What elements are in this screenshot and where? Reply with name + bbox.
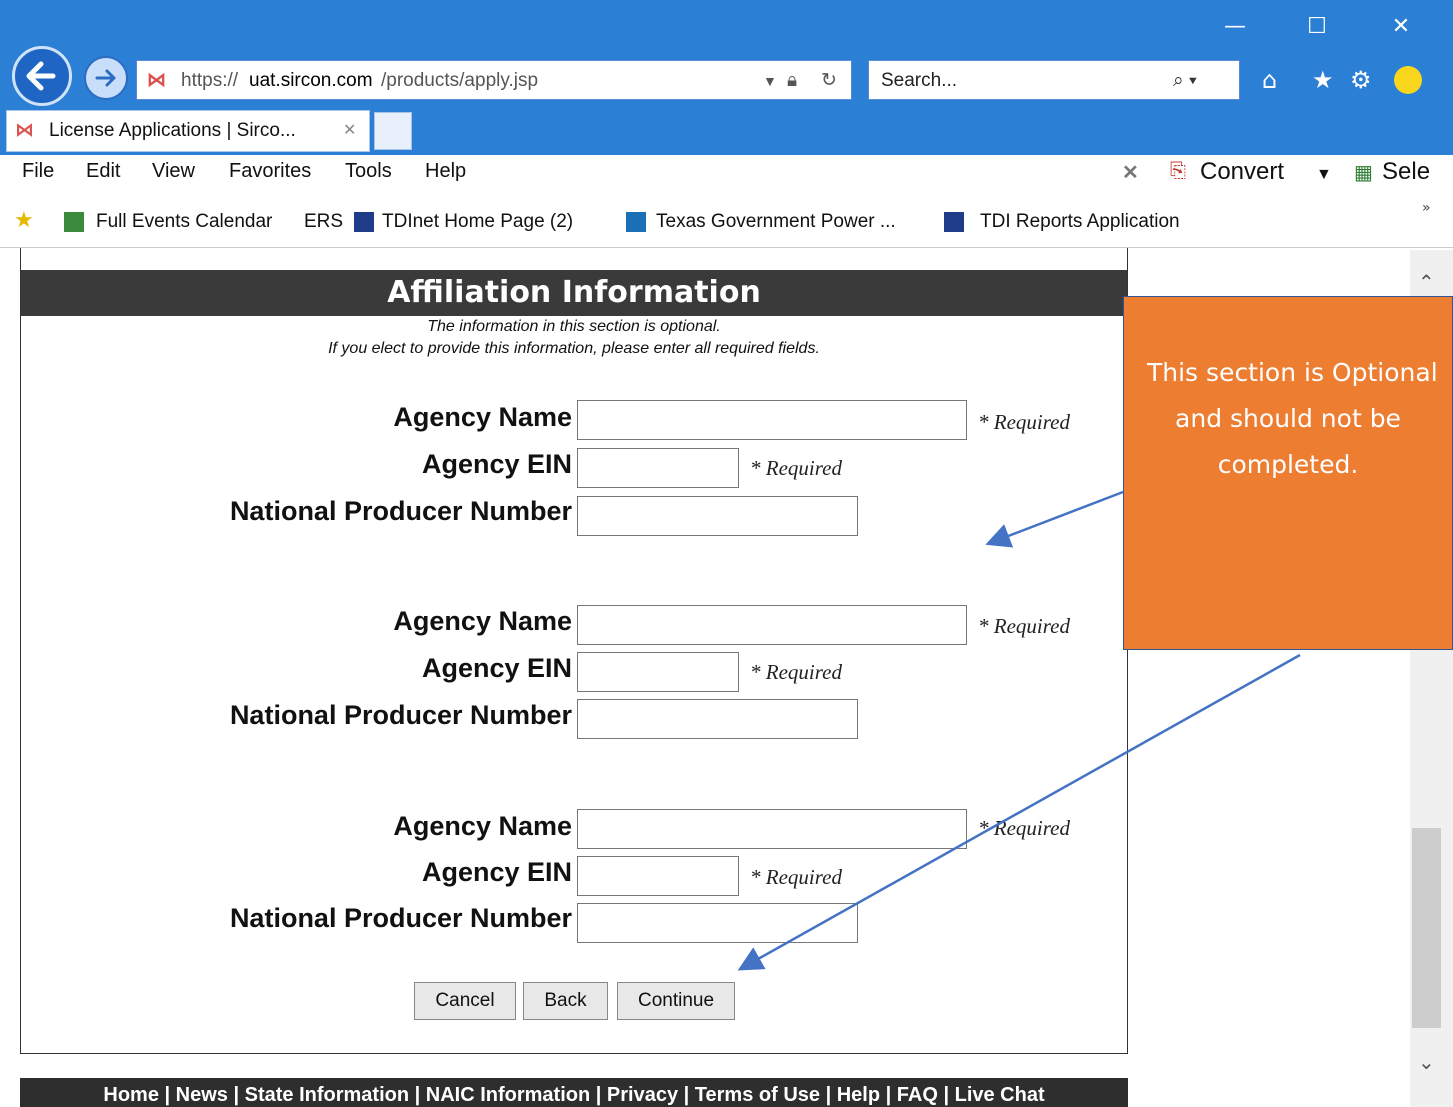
- agency-name-label: Agency Name: [393, 811, 572, 841]
- agency-ein-label: Agency EIN: [421, 449, 572, 479]
- search-box[interactable]: Search... ⌕ ▾: [868, 60, 1240, 100]
- back-button[interactable]: [12, 46, 72, 106]
- pdf-convert-icon: ⎘: [1170, 160, 1186, 182]
- menu-file[interactable]: File: [22, 160, 54, 183]
- npn-label: National Producer Number: [229, 496, 572, 526]
- required-marker: * Required: [750, 456, 842, 480]
- tab-license-applications[interactable]: ⋈ License Applications | Sirco... ✕: [6, 110, 370, 152]
- tdi-favicon-icon: [944, 212, 964, 232]
- required-marker: * Required: [978, 410, 1070, 434]
- fav-tdi-reports[interactable]: TDI Reports Application: [980, 211, 1180, 233]
- scroll-down-icon[interactable]: ⌄: [1418, 1050, 1435, 1074]
- npn-input-3[interactable]: [577, 903, 858, 943]
- arrow-left-icon: [26, 61, 56, 91]
- convert-button[interactable]: Convert: [1200, 158, 1284, 186]
- search-icon[interactable]: ⌕ ▾: [1173, 61, 1197, 101]
- agency-ein-input-1[interactable]: [577, 448, 739, 488]
- npn-label: National Producer Number: [229, 903, 572, 933]
- required-marker: * Required: [750, 865, 842, 889]
- callout-line-3: completed.: [1217, 450, 1359, 479]
- chevron-more-icon[interactable]: »: [1422, 200, 1431, 216]
- lock-icon: 🔒︎: [787, 70, 798, 91]
- menu-view[interactable]: View: [152, 160, 195, 183]
- dropdown-icon[interactable]: ▼: [763, 61, 777, 101]
- texas-gov-favicon-icon: [626, 212, 646, 232]
- footer-links[interactable]: Home | News | State Information | NAIC I…: [20, 1078, 1128, 1107]
- select-button[interactable]: Sele: [1382, 158, 1430, 186]
- continue-button[interactable]: Continue: [617, 982, 735, 1020]
- callout-text: This section is Optional and should not …: [1123, 350, 1453, 488]
- npn-input-1[interactable]: [577, 496, 858, 536]
- close-tab-icon[interactable]: ✕: [343, 120, 356, 139]
- minimize-button[interactable]: —: [1212, 10, 1258, 44]
- agency-ein-input-3[interactable]: [577, 856, 739, 896]
- agency-name-label: Agency Name: [393, 606, 572, 636]
- close-window-button[interactable]: ✕: [1378, 10, 1424, 44]
- search-input[interactable]: Search...: [881, 61, 957, 101]
- tab-title: License Applications | Sirco...: [49, 120, 296, 141]
- fav-tdinet-home[interactable]: TDInet Home Page (2): [382, 211, 573, 233]
- address-bar[interactable]: ⋈ https:// uat.sircon.com /products/appl…: [136, 60, 852, 100]
- calendar-favicon-icon: [64, 212, 84, 232]
- agency-ein-label: Agency EIN: [421, 857, 572, 887]
- fav-full-events-calendar[interactable]: Full Events Calendar: [96, 211, 272, 233]
- agency-ein-label: Agency EIN: [421, 653, 572, 683]
- url-path: /products/apply.jsp: [381, 70, 539, 91]
- menu-favorites[interactable]: Favorites: [229, 160, 311, 183]
- fav-texas-government[interactable]: Texas Government Power ...: [656, 211, 896, 233]
- required-marker: * Required: [978, 816, 1070, 840]
- scroll-thumb[interactable]: [1412, 828, 1441, 1028]
- refresh-icon[interactable]: ↻: [821, 61, 837, 101]
- new-tab-button[interactable]: [374, 112, 412, 150]
- gear-icon[interactable]: ⚙: [1350, 60, 1372, 100]
- cancel-button[interactable]: Cancel: [414, 982, 516, 1020]
- favorites-star-icon[interactable]: ★: [1312, 60, 1334, 100]
- required-marker: * Required: [978, 614, 1070, 638]
- smiley-feedback-icon[interactable]: [1394, 66, 1422, 94]
- url-host: uat.sircon.com: [249, 70, 373, 91]
- tdinet-favicon-icon: [354, 212, 374, 232]
- section-title: Affiliation Information: [21, 270, 1127, 316]
- callout-line-1: This section is Optional: [1147, 358, 1438, 387]
- menu-help[interactable]: Help: [425, 160, 466, 183]
- agency-name-input-3[interactable]: [577, 809, 967, 849]
- agency-name-label: Agency Name: [393, 402, 572, 432]
- menu-edit[interactable]: Edit: [86, 160, 120, 183]
- tab-favicon-icon: ⋈: [15, 119, 34, 141]
- forward-button[interactable]: [84, 56, 128, 100]
- required-marker: * Required: [750, 660, 842, 684]
- add-favorite-star-icon[interactable]: ★: [14, 208, 34, 233]
- callout-edge: [1443, 296, 1453, 650]
- callout-line-2: and should not be: [1175, 404, 1401, 433]
- maximize-button[interactable]: ☐: [1294, 10, 1340, 44]
- home-icon[interactable]: ⌂: [1262, 60, 1277, 100]
- optional-note: The information in this section is optio…: [427, 318, 721, 335]
- agency-ein-input-2[interactable]: [577, 652, 739, 692]
- npn-input-2[interactable]: [577, 699, 858, 739]
- agency-name-input-2[interactable]: [577, 605, 967, 645]
- back-button[interactable]: Back: [523, 982, 608, 1020]
- select-icon: ▦: [1354, 162, 1373, 184]
- convert-dropdown-icon[interactable]: ▼: [1316, 166, 1332, 184]
- close-toolbar-icon[interactable]: ✕: [1122, 160, 1139, 185]
- npn-label: National Producer Number: [229, 700, 572, 730]
- site-favicon-icon: ⋈: [147, 70, 166, 91]
- menu-tools[interactable]: Tools: [345, 160, 392, 183]
- required-note: If you elect to provide this information…: [328, 340, 820, 357]
- agency-name-input-1[interactable]: [577, 400, 967, 440]
- arrow-right-icon: [95, 69, 116, 87]
- url-scheme: https://: [181, 70, 239, 91]
- scroll-up-icon[interactable]: ⌃: [1418, 270, 1435, 294]
- fav-ers[interactable]: ERS: [304, 211, 343, 233]
